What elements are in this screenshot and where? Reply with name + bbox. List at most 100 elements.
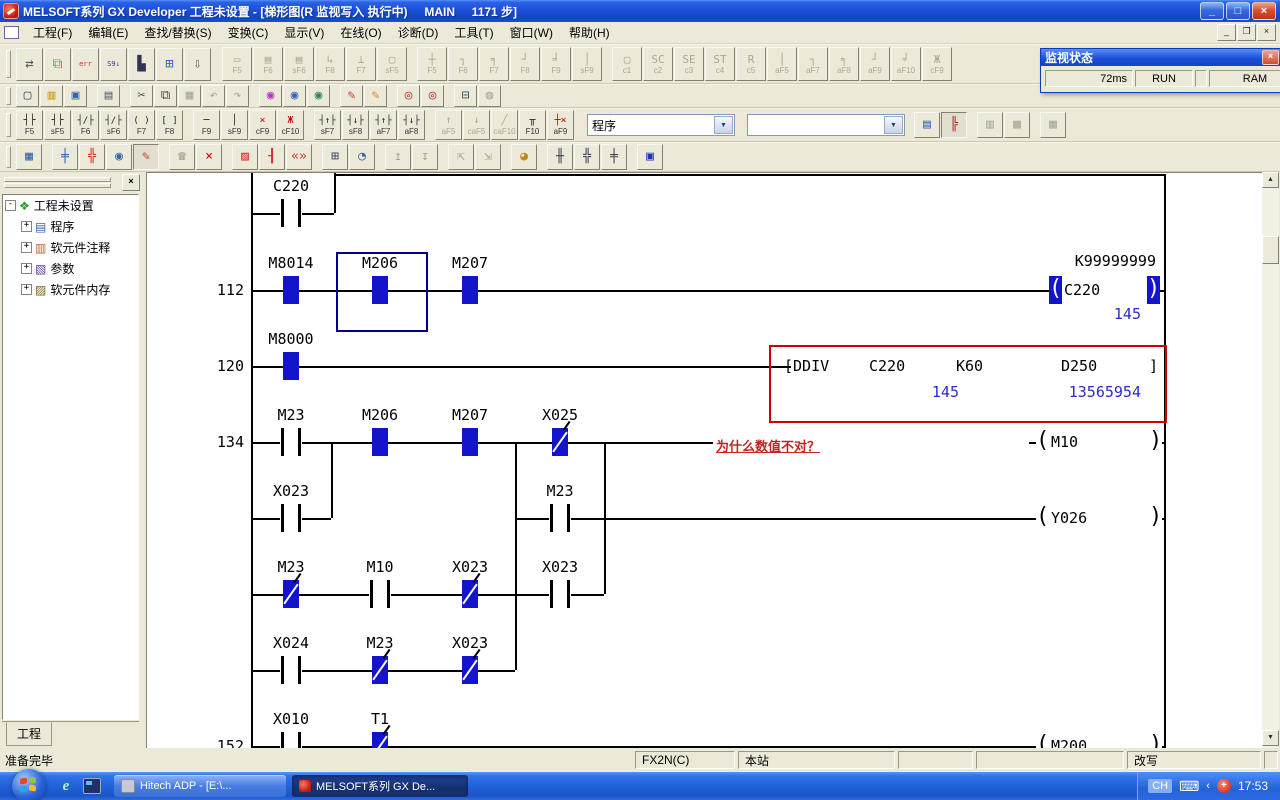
monitor-edit-icon[interactable]: ╬ <box>79 144 105 170</box>
ladder-block-icon[interactable]: ▙ <box>128 48 155 81</box>
change-value-icon[interactable]: «» <box>286 144 312 170</box>
ladder-coil-C220[interactable]: C220 <box>1064 281 1100 299</box>
tree-expander-icon[interactable]: + <box>21 263 32 274</box>
minimize-button[interactable]: _ <box>1200 2 1224 20</box>
ladder-symbol-F6-button[interactable]: ┤/├F6 <box>72 110 99 140</box>
scrollbar-thumb[interactable] <box>1262 236 1279 264</box>
tree-expander-icon[interactable]: + <box>21 221 32 232</box>
zoom-in-icon[interactable]: ◎ <box>421 85 444 107</box>
ladder-contact-M207[interactable] <box>462 276 478 304</box>
ladder-coil-Y026[interactable]: ( <box>1036 504 1049 532</box>
copy-program-icon[interactable]: ⧉ <box>44 48 71 81</box>
ladder-symbol-aF7-button[interactable]: ┤↑├aF7 <box>370 110 397 140</box>
tree-item-软元件注释[interactable]: +▥软元件注释 <box>3 237 138 258</box>
tree-item-程序[interactable]: +▤程序 <box>3 216 138 237</box>
sampling-trace-icon[interactable]: ⊞ <box>322 144 348 170</box>
ladder-contact-X023[interactable] <box>549 580 571 608</box>
start-button[interactable] <box>12 769 46 800</box>
ladder-symbol-sF9-button[interactable]: │sF9 <box>221 110 248 140</box>
device-test-icon[interactable]: ▨ <box>232 144 258 170</box>
ladder-symbol-sF7-button[interactable]: ┤↑├sF7 <box>314 110 341 140</box>
ladder-symbol-cF9-button[interactable]: ×cF9 <box>249 110 276 140</box>
menu-窗口W[interactable]: 窗口(W) <box>502 24 561 42</box>
menu-工具T[interactable]: 工具(T) <box>446 24 501 42</box>
project-tree-toggle-icon[interactable]: ╠ <box>941 112 967 138</box>
tray-chevron-icon[interactable]: ‹ <box>1206 780 1210 792</box>
ladder-contact-M206[interactable] <box>372 428 388 456</box>
comment-display-icon[interactable]: ▤ <box>914 112 940 138</box>
contact-count-icon[interactable]: ╫ <box>547 144 573 170</box>
ladder-monitor-window-icon[interactable]: ▣ <box>637 144 663 170</box>
ladder-coil-M10[interactable]: ) <box>1149 428 1162 456</box>
monitor-start-icon[interactable]: ╪ <box>52 144 78 170</box>
show-desktop-icon[interactable] <box>82 776 102 796</box>
print-icon[interactable]: ▤ <box>97 85 120 107</box>
ladder-contact-X023[interactable] <box>280 504 302 532</box>
ladder-coil-C220[interactable]: ) <box>1147 276 1160 304</box>
ladder-symbol-cF10-button[interactable]: ЖcF10 <box>277 110 304 140</box>
tree-expander-icon[interactable]: + <box>21 242 32 253</box>
transfer-screen-icon[interactable]: ⊟ <box>454 85 477 107</box>
ladder-symbol-F8-button[interactable]: [ ]F8 <box>156 110 183 140</box>
taskbar-button-1[interactable]: Hitech ADP - [E:\... <box>114 775 286 797</box>
mdi-restore-button[interactable]: ❐ <box>1237 24 1256 41</box>
maximize-button[interactable]: □ <box>1226 2 1250 20</box>
ladder-contact-T1[interactable] <box>372 732 388 749</box>
stop-monitor-icon[interactable]: × <box>196 144 222 170</box>
ladder-coil-M200[interactable]: ( <box>1036 732 1049 749</box>
scroll-down-icon[interactable]: ▼ <box>1262 730 1279 746</box>
mdi-close-button[interactable]: × <box>1257 24 1276 41</box>
panel-close-icon[interactable]: × <box>122 174 140 191</box>
clock-setting-icon[interactable]: ◕ <box>511 144 537 170</box>
ladder-contact-M8014[interactable] <box>283 276 299 304</box>
open-project-icon[interactable]: ▥ <box>40 85 63 107</box>
tree-item-软元件内存[interactable]: +▨软元件内存 <box>3 279 138 300</box>
language-indicator[interactable]: CH <box>1148 779 1172 793</box>
forced-io-icon[interactable]: ┨ <box>259 144 285 170</box>
save-project-icon[interactable]: ▣ <box>64 85 87 107</box>
ladder-contact-M23[interactable] <box>280 428 302 456</box>
ladder-symbol-aF9-button[interactable]: ┼×aF9 <box>547 110 574 140</box>
tree-item-工程未设置[interactable]: -❖工程未设置 <box>3 195 138 216</box>
ladder-coil-C220[interactable]: ( <box>1049 276 1062 304</box>
ladder-contact-M23[interactable] <box>372 656 388 684</box>
menu-变换C[interactable]: 变换(C) <box>220 24 277 42</box>
new-project-icon[interactable]: ▢ <box>16 85 39 107</box>
monitor-close-icon[interactable]: × <box>1262 50 1279 65</box>
menu-在线O[interactable]: 在线(O) <box>332 24 389 42</box>
menu-工程F[interactable]: 工程(F) <box>25 24 80 42</box>
error-check-icon[interactable]: err <box>72 48 99 81</box>
replace-device-icon[interactable]: ✎ <box>340 85 363 107</box>
ladder-symbol-aF8-button[interactable]: ┤↓├aF8 <box>398 110 425 140</box>
ladder-symbol-sF8-button[interactable]: ┤↓├sF8 <box>342 110 369 140</box>
find-string-icon[interactable]: ◉ <box>307 85 330 107</box>
tab-project[interactable]: 工程 <box>6 722 52 746</box>
tree-item-参数[interactable]: +▧参数 <box>3 258 138 279</box>
ladder-symbol-F5-button[interactable]: ┤├F5 <box>16 110 43 140</box>
tree-expander-icon[interactable]: - <box>5 200 16 211</box>
keyboard-icon[interactable]: ⌨ <box>1179 778 1199 795</box>
program-combo[interactable]: 程序▼ <box>587 114 735 136</box>
tree-expander-icon[interactable]: + <box>21 284 32 295</box>
ladder-contact-X010[interactable] <box>280 732 302 749</box>
ie-icon[interactable]: e <box>56 776 76 796</box>
menu-编辑E[interactable]: 编辑(E) <box>80 24 136 42</box>
combo-dropdown-icon[interactable]: ▼ <box>714 116 733 134</box>
ladder-contact-C220[interactable] <box>280 199 302 227</box>
block-down-icon[interactable]: ⇩ <box>184 48 211 81</box>
replace-string-icon[interactable]: ✎ <box>364 85 387 107</box>
ladder-contact-X024[interactable] <box>280 656 302 684</box>
monitor-status-titlebar[interactable]: 监视状态 × <box>1041 49 1280 66</box>
ladder-symbol-sF6-button[interactable]: ┤/├sF6 <box>100 110 127 140</box>
mdi-document-icon[interactable] <box>4 26 19 39</box>
ladder-cursor[interactable] <box>336 252 428 332</box>
menu-显示V[interactable]: 显示(V) <box>276 24 332 42</box>
ladder-symbol-F10-button[interactable]: ╥F10 <box>519 110 546 140</box>
device-find-combo[interactable]: ▼ <box>747 114 905 136</box>
ladder-contact-M10[interactable] <box>369 580 391 608</box>
vertical-scrollbar[interactable]: ▲ ▼ <box>1262 172 1279 748</box>
device-memory-monitor-icon[interactable]: ▦ <box>16 144 42 170</box>
security-shield-icon[interactable]: + <box>1217 779 1231 793</box>
find-icon[interactable]: ◉ <box>259 85 282 107</box>
device-list-icon[interactable]: ╬ <box>574 144 600 170</box>
